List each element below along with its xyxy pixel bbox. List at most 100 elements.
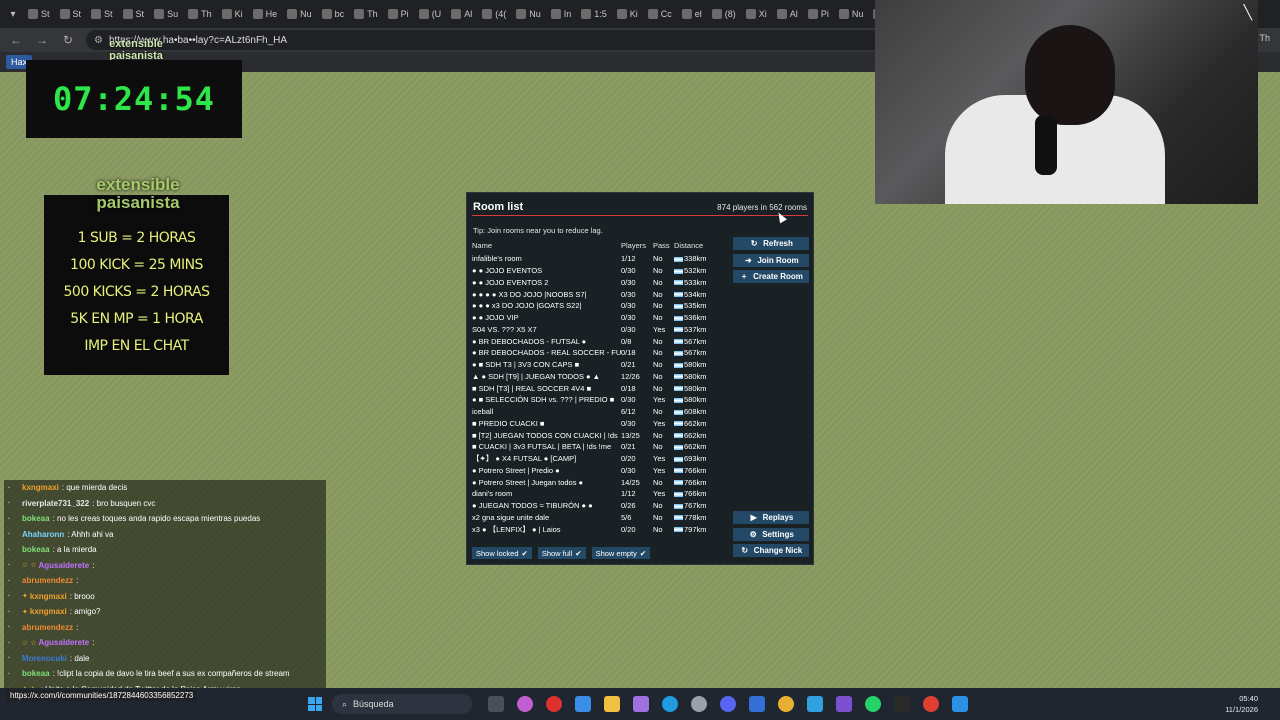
opera-icon[interactable] <box>546 696 562 712</box>
browser-tab[interactable]: Pi <box>804 3 833 25</box>
room-row[interactable]: ■ PREDIO CUACKI ■ 0/30 Yes 662km <box>472 418 730 430</box>
join-room-button[interactable]: ➜ Join Room <box>733 253 809 267</box>
browser-tab[interactable]: Al <box>447 3 476 25</box>
browser-tab[interactable]: (U <box>415 3 446 25</box>
browser-tab[interactable]: In <box>547 3 576 25</box>
browser-tab[interactable]: Pi <box>384 3 413 25</box>
chat-username[interactable]: riverplate731_322 <box>22 499 89 508</box>
tab-search-icon[interactable]: ▾ <box>4 5 22 23</box>
browser-tab[interactable]: 1:5 <box>577 3 611 25</box>
browser-tab[interactable]: St <box>119 3 149 25</box>
browser-tab[interactable]: Xi <box>742 3 771 25</box>
chat-username[interactable]: Morenocuki <box>22 654 67 663</box>
room-row[interactable]: ● ■ SELECCIÓN SDH vs. ??? | PREDIO ■ 0/30… <box>472 394 730 406</box>
forward-icon[interactable]: → <box>34 33 50 47</box>
back-icon[interactable]: ← <box>8 33 24 47</box>
store-icon[interactable] <box>575 696 591 712</box>
chat-username[interactable]: bokeaa <box>22 514 50 523</box>
room-row[interactable]: ● ● JOJO EVENTOS 2 0/30 No 533km <box>472 277 730 289</box>
taskbar-search[interactable]: ⌕ Búsqueda <box>332 694 472 714</box>
chat-username[interactable]: kxngmaxi <box>30 592 67 601</box>
chat-username[interactable]: Agusalderete <box>39 561 90 570</box>
browser-tab[interactable]: Th <box>350 3 382 25</box>
browser-tab[interactable]: Su <box>150 3 182 25</box>
task-view-icon[interactable] <box>488 696 504 712</box>
obs-icon[interactable] <box>749 696 765 712</box>
pen-app-icon[interactable] <box>633 696 649 712</box>
column-distance[interactable]: Distance <box>674 241 730 250</box>
room-row[interactable]: infalible's room 1/12 No 338km <box>472 253 730 265</box>
browser-tab[interactable]: St <box>56 3 86 25</box>
windows-start-icon[interactable] <box>308 697 322 711</box>
browser-tab[interactable]: He <box>249 3 282 25</box>
settings-button[interactable]: ⚙ Settings <box>733 527 809 541</box>
reload-icon[interactable]: ↻ <box>60 33 76 47</box>
address-bar[interactable]: ⚙ https://www.ha•ba••lay?c=ALzt6nFh_HA <box>86 30 906 50</box>
browser-tab[interactable]: Nu <box>512 3 545 25</box>
chat-username[interactable]: Agusalderete <box>39 638 90 647</box>
room-row[interactable]: x2 gna sigue unite dale 5/6 No 778km <box>472 512 730 524</box>
browser-tab[interactable]: St <box>24 3 54 25</box>
show-full-toggle[interactable]: Show full ✔ <box>537 547 586 559</box>
room-row[interactable]: ■ SDH [T3] | REAL SOCCER 4V4 ■ 0/18 No 580k… <box>472 382 730 394</box>
room-row[interactable]: 【✦】 ● X4 FUTSAL ● [CAMP] 0/20 Yes 693km <box>472 453 730 465</box>
system-clock[interactable]: 05:40 11/1/2026 <box>1225 693 1258 715</box>
room-row[interactable]: ● ● ● ● X3 DO JOJO |NOOBS S7| 0/30 No 534km <box>472 288 730 300</box>
room-row[interactable]: ● Potrero Street | Predio ● 0/30 Yes 766km <box>472 465 730 477</box>
chat-username[interactable]: kxngmaxi <box>22 483 59 492</box>
room-row[interactable]: diani's room 1/12 Yes 766km <box>472 488 730 500</box>
create-room-button[interactable]: + Create Room <box>733 270 809 283</box>
room-row[interactable]: S04 VS. ??? X5 X7 0/30 Yes 537km <box>472 324 730 336</box>
refresh-button[interactable]: ↻ Refresh <box>733 237 809 250</box>
browser-tab[interactable]: Al <box>773 3 802 25</box>
settings-app-icon[interactable] <box>691 696 707 712</box>
notepad-icon[interactable] <box>807 696 823 712</box>
room-row[interactable]: ● BR DEBOCHADOS - REAL SOCCER - FU1 0/18 N… <box>472 347 730 359</box>
room-row[interactable]: ▲ ● SDH [T9] | JUEGAN TODOS ● ▲ 12/26 No 58… <box>472 371 730 383</box>
room-row[interactable]: ● ● ● x3 DO JOJO |GOATS S22| 0/30 No 535km <box>472 300 730 312</box>
room-row[interactable]: x3 ● 【LENFIX】 ● | Laios 0/20 No 797km <box>472 523 730 535</box>
browser-tab[interactable]: (4( <box>478 3 510 25</box>
file-explorer-icon[interactable] <box>604 696 620 712</box>
column-pass[interactable]: Pass <box>653 241 674 250</box>
room-row[interactable]: ■ CUACKI | 3v3 FUTSAL | BETA | !ds !me 0/… <box>472 441 730 453</box>
room-row[interactable]: ■ [T2] JUEGAN TODOS CON CUACKI | !ds 13/2… <box>472 429 730 441</box>
browser-tab[interactable]: Ki <box>218 3 247 25</box>
chat-username[interactable]: abrumendezz <box>22 576 73 585</box>
terminal-icon[interactable] <box>894 696 910 712</box>
room-row[interactable]: ● Potrero Street | Juegan todos ● 14/25 No… <box>472 476 730 488</box>
browser-tab[interactable]: el <box>678 3 706 25</box>
app-icon[interactable] <box>836 696 852 712</box>
chrome-profile-icon[interactable] <box>923 696 939 712</box>
browser-tab[interactable]: Cc <box>644 3 676 25</box>
change-nick-button[interactable]: ↻ Change Nick <box>733 544 809 557</box>
column-players[interactable]: Players <box>621 241 653 250</box>
chat-username[interactable]: Ahaharonn <box>22 530 64 539</box>
room-row[interactable]: ● ● JOJO EVENTOS 0/30 No 532km <box>472 265 730 277</box>
room-row[interactable]: ● ● JOJO VIP 0/30 No 536km <box>472 312 730 324</box>
browser-tab[interactable]: Ki <box>613 3 642 25</box>
whatsapp-icon[interactable] <box>865 696 881 712</box>
show-empty-toggle[interactable]: Show empty ✔ <box>591 547 651 559</box>
browser-tab[interactable]: Nu <box>835 3 868 25</box>
room-row[interactable]: iceball 6/12 No 608km <box>472 406 730 418</box>
chat-username[interactable]: bokeaa <box>22 669 50 678</box>
edge-icon[interactable] <box>662 696 678 712</box>
show-locked-toggle[interactable]: Show locked ✔ <box>472 547 532 559</box>
browser-tab[interactable]: Th <box>184 3 216 25</box>
browser-tab[interactable]: bc <box>318 3 349 25</box>
room-row[interactable]: ● JUEGAN TODOS ≈ TIBURÓN ● ● 0/26 No 767km <box>472 500 730 512</box>
browser-tab[interactable]: (8) <box>708 3 740 25</box>
chat-username[interactable]: kxngmaxi <box>30 607 67 616</box>
browser-tab[interactable]: Nu <box>283 3 316 25</box>
replays-button[interactable]: ▶ Replays <box>733 511 809 524</box>
copilot-icon[interactable] <box>517 696 533 712</box>
column-name[interactable]: Name <box>472 241 621 250</box>
room-row[interactable]: ● BR DEBOCHADOS - FUTSAL ● 0/8 No 567km <box>472 335 730 347</box>
discord-icon[interactable] <box>720 696 736 712</box>
chrome-icon[interactable] <box>778 696 794 712</box>
browser-tab[interactable]: St <box>87 3 117 25</box>
remote-desktop-icon[interactable] <box>952 696 968 712</box>
chat-username[interactable]: abrumendezz <box>22 623 73 632</box>
toolbar-right-label[interactable]: Th <box>1259 33 1270 43</box>
